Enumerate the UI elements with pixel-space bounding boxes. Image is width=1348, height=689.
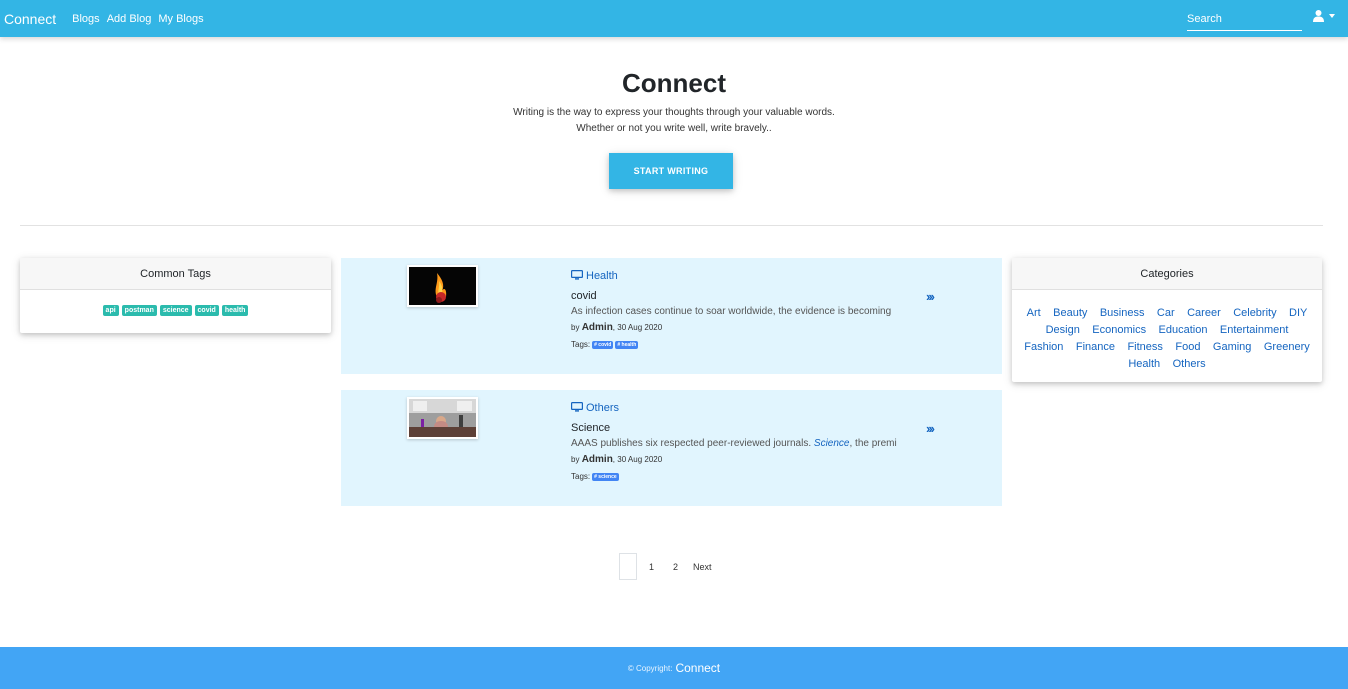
pagination-previous-button[interactable] [619,553,637,580]
pagination: 1 2 Next [619,553,712,580]
tag-badge-health[interactable]: health [221,305,249,316]
chevron-down-icon [1329,14,1335,18]
top-navbar: Connect Blogs Add Blog My Blogs [0,0,1348,37]
tag-badge-covid[interactable]: covid [194,305,219,316]
category-link-business[interactable]: Business [1100,305,1145,321]
category-link-diy[interactable]: DIY [1289,305,1307,321]
read-more-double-chevron-icon[interactable]: ››› [926,289,935,304]
monitor-icon [571,267,586,285]
blog-author: Admin [581,454,613,465]
category-link-fashion[interactable]: Fashion [1024,339,1063,355]
categories-header: Categories [1012,258,1322,290]
user-menu-dropdown[interactable] [1313,10,1335,22]
blog-category-label: Others [586,402,620,414]
blog-category-label: Health [586,270,618,282]
page-title: Connect [622,68,726,98]
blog-by-label: by [571,455,580,464]
blog-date: , 30 Aug 2020 [612,323,663,332]
read-more-double-chevron-icon[interactable]: ››› [926,421,935,436]
blog-by-label: by [571,323,580,332]
nav-link-blogs[interactable]: Blogs [72,13,100,25]
search-input[interactable] [1187,8,1302,30]
category-link-greenery[interactable]: Greenery [1264,339,1310,355]
category-link-design[interactable]: Design [1046,322,1080,338]
blog-date: , 30 Aug 2020 [612,455,663,464]
blog-category-link[interactable]: Health [571,267,618,285]
user-icon [1313,10,1324,22]
categories-card: Categories Art Beauty Business Car Caree… [1012,258,1322,382]
blog-card: Others Science AAAS publishes six respec… [341,390,1002,506]
blog-tag-science[interactable]: # science [592,472,619,481]
pagination-page-1[interactable]: 1 [649,562,654,572]
footer: © Copyright: Connect [0,647,1348,689]
blog-excerpt: As infection cases continue to soar worl… [571,306,892,317]
common-tags-list: api postman science covid health [20,305,331,316]
category-link-career[interactable]: Career [1187,305,1221,321]
category-link-car[interactable]: Car [1157,305,1175,321]
monitor-icon [571,399,586,417]
blog-thumbnail[interactable] [407,265,478,307]
hero-tagline-1: Writing is the way to express your thoug… [513,107,835,118]
pagination-page-2[interactable]: 2 [673,562,678,572]
categories-list: Art Beauty Business Car Career Celebrity… [1012,290,1322,372]
blog-tags-label: Tags: [571,472,591,481]
tag-badge-postman[interactable]: postman [121,305,157,316]
blog-excerpt-text: AAAS publishes six respected peer-review… [571,438,814,449]
tag-badge-api[interactable]: api [102,305,119,316]
hero-tagline-2: Whether or not you write well, write bra… [576,123,772,134]
nav-link-add-blog[interactable]: Add Blog [107,13,152,25]
tag-badge-science[interactable]: science [159,305,192,316]
category-link-economics[interactable]: Economics [1092,322,1146,338]
common-tags-header: Common Tags [20,258,331,290]
blog-category-link[interactable]: Others [571,399,619,417]
nav-link-my-blogs[interactable]: My Blogs [158,13,203,25]
category-link-entertainment[interactable]: Entertainment [1220,322,1288,338]
pagination-next-button[interactable]: Next [693,562,712,572]
blog-tag-health[interactable]: # health [615,340,639,349]
start-writing-button[interactable]: START WRITING [609,153,733,189]
blog-thumbnail[interactable] [407,397,478,439]
blog-tag-covid[interactable]: # covid [592,340,614,349]
category-link-finance[interactable]: Finance [1076,339,1115,355]
category-link-beauty[interactable]: Beauty [1053,305,1087,321]
section-divider [20,225,1323,226]
blog-author: Admin [581,322,613,333]
blog-title[interactable]: covid [571,290,597,302]
common-tags-card: Common Tags api postman science covid he… [20,258,331,333]
footer-brand-link[interactable]: Connect [675,661,720,675]
blog-meta: by Admin, 30 Aug 2020 [571,322,662,333]
blog-excerpt: AAAS publishes six respected peer-review… [571,438,907,449]
category-link-health[interactable]: Health [1128,356,1160,372]
blog-excerpt-text-end: , the premi [849,438,897,449]
blog-card: Health covid As infection cases continue… [341,258,1002,374]
category-link-fitness[interactable]: Fitness [1127,339,1162,355]
blog-tags: Tags: # covid # health [571,340,639,349]
search-box [1187,8,1302,31]
blog-excerpt-emphasis: Science [813,438,850,449]
category-link-gaming[interactable]: Gaming [1213,339,1252,355]
category-link-celebrity[interactable]: Celebrity [1233,305,1276,321]
brand-link[interactable]: Connect [4,11,56,27]
blog-tags: Tags: # science [571,472,619,481]
blog-title[interactable]: Science [571,422,610,434]
category-link-education[interactable]: Education [1159,322,1208,338]
category-link-food[interactable]: Food [1175,339,1200,355]
footer-copyright: © Copyright: [627,663,673,673]
category-link-others[interactable]: Others [1173,356,1206,372]
category-link-art[interactable]: Art [1027,305,1041,321]
blog-meta: by Admin, 30 Aug 2020 [571,454,662,465]
blog-tags-label: Tags: [571,340,591,349]
